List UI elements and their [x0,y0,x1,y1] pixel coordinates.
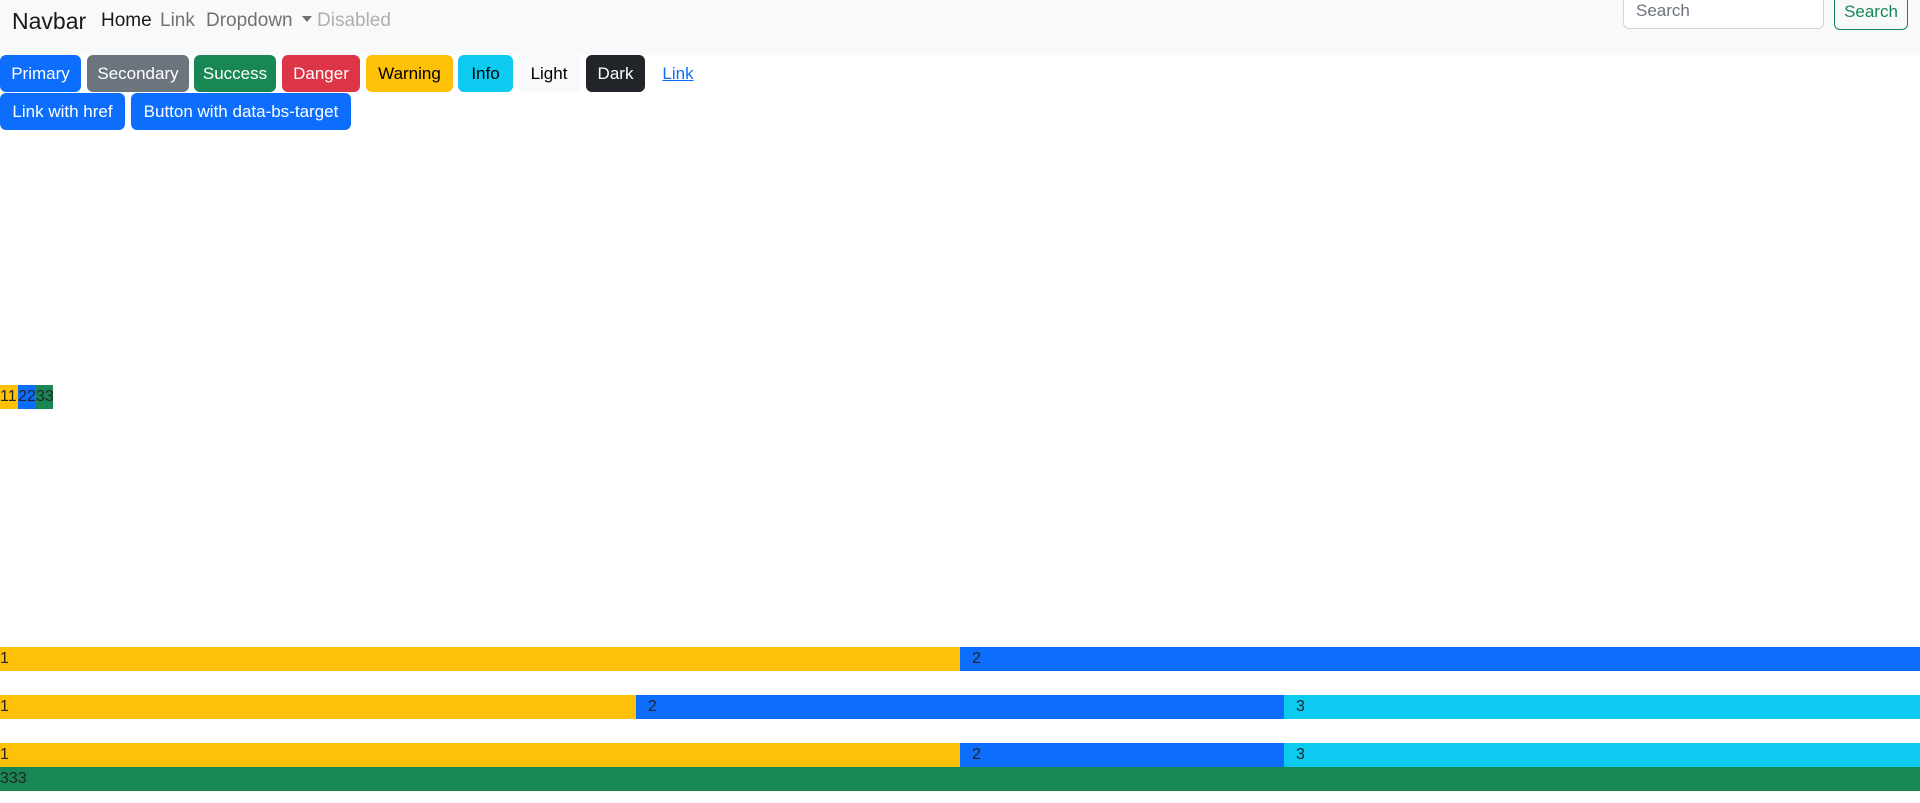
row2-cell-2: 2 [636,695,1284,719]
nav-dropdown-toggle[interactable]: Dropdown [206,10,312,32]
light-button[interactable]: Light [518,55,580,92]
link-button[interactable]: Link [651,55,705,92]
navbar: Navbar Home Link Dropdown Disabled Searc… [0,0,1920,55]
link-with-href-button[interactable]: Link with href [0,93,125,130]
primary-button[interactable]: Primary [0,55,81,92]
row2-cell-3: 3 [1284,695,1920,719]
danger-button[interactable]: Danger [282,55,360,92]
row3-cell-1: 1 [0,743,960,767]
small-cell-1: 11 [0,385,18,409]
navbar-brand[interactable]: Navbar [12,8,86,34]
dark-button[interactable]: Dark [586,55,645,92]
row3-cell-3: 3 [1284,743,1920,767]
row1-cell-2: 2 [960,647,1920,671]
bottom-cell: 333 [0,767,1920,791]
warning-button[interactable]: Warning [366,55,453,92]
nav-link-home[interactable]: Home [101,10,152,32]
row3-cell-2: 2 [960,743,1284,767]
caret-down-icon [301,16,312,22]
search-input[interactable] [1623,0,1824,29]
nav-link-link[interactable]: Link [160,10,195,32]
info-button[interactable]: Info [458,55,513,92]
small-cell-3: 33 [36,385,53,409]
row2-cell-1: 1 [0,695,636,719]
search-button[interactable]: Search [1834,0,1908,30]
nav-link-disabled: Disabled [317,10,391,31]
small-cell-2: 22 [18,385,36,409]
success-button[interactable]: Success [194,55,276,92]
secondary-button[interactable]: Secondary [87,55,189,92]
data-bs-target-button[interactable]: Button with data-bs-target [131,93,351,130]
row1-cell-1: 1 [0,647,960,671]
nav-dropdown-label: Dropdown [206,10,293,31]
